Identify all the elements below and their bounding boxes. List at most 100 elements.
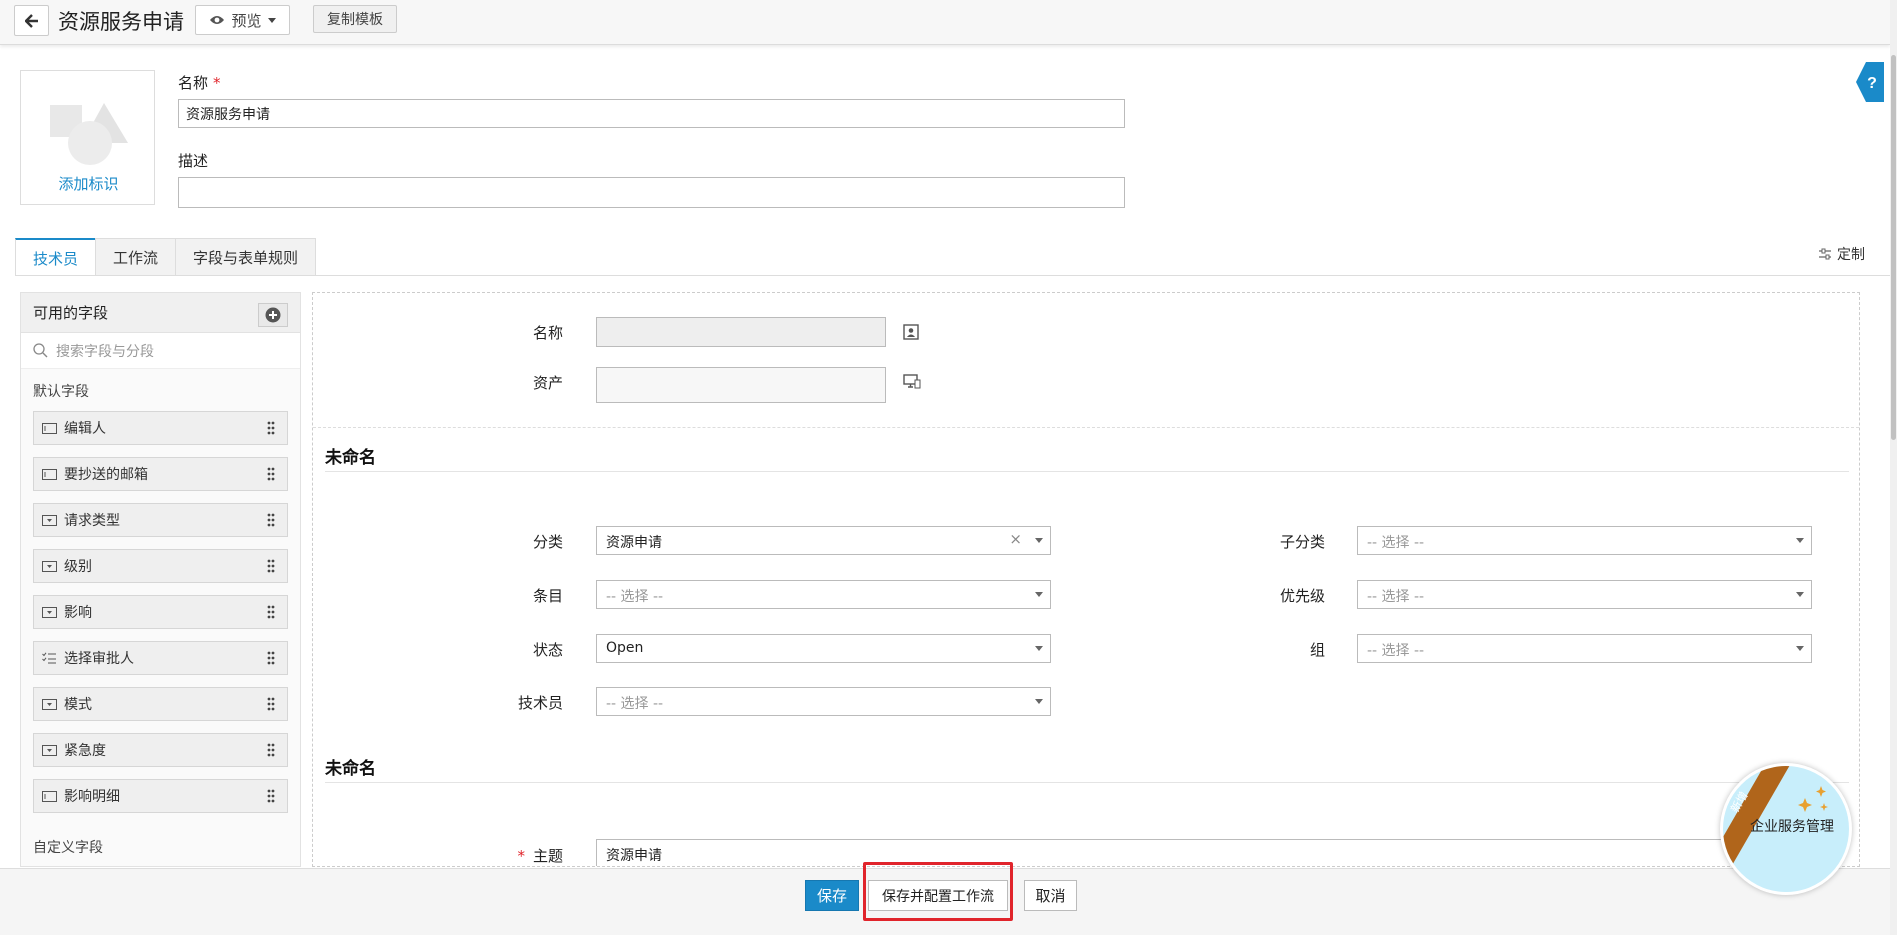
drag-handle-icon[interactable] [267, 697, 275, 711]
monitor-icon[interactable] [903, 374, 921, 390]
section-underline [325, 471, 1849, 472]
group-select[interactable]: -- 选择 -- [1357, 634, 1812, 663]
chevron-down-icon [1035, 646, 1043, 651]
field-item[interactable]: 请求类型 [33, 503, 288, 537]
checklist-icon [42, 652, 56, 664]
preview-button[interactable]: 预览 [195, 5, 290, 35]
preview-label: 预览 [231, 11, 262, 30]
status-label: 状态 [532, 641, 563, 659]
priority-label: 优先级 [1279, 587, 1325, 605]
tab-fields-rules[interactable]: 字段与表单规则 [175, 238, 317, 276]
available-fields-panel: 可用的字段 搜索字段与分段 默认字段 编辑人 要抄送的邮箱 请求类型 级别 影响… [20, 292, 301, 867]
field-item[interactable]: 影响明细 [33, 779, 288, 813]
text-field-icon [42, 468, 57, 480]
field-item[interactable]: 模式 [33, 687, 288, 721]
description-input[interactable] [178, 177, 1125, 208]
chevron-down-icon [1035, 538, 1043, 543]
drag-handle-icon[interactable] [267, 467, 275, 481]
dropdown-field-icon [42, 606, 57, 618]
drag-handle-icon[interactable] [267, 651, 275, 665]
drag-handle-icon[interactable] [267, 789, 275, 803]
name-input[interactable]: 资源服务申请 [178, 99, 1125, 128]
field-item-label: 影响 [64, 605, 92, 621]
logo-upload[interactable]: 添加标识 [20, 70, 155, 205]
form-canvas: 名称 资产 未命名 分类 资源申请 × 子分类 -- 选择 -- 条目 -- 选… [312, 292, 1860, 867]
item-value: -- 选择 -- [606, 589, 664, 605]
customize-button[interactable]: 定制 [1818, 244, 1865, 264]
priority-select[interactable]: -- 选择 -- [1357, 580, 1812, 609]
drag-handle-icon[interactable] [267, 513, 275, 527]
subcategory-select[interactable]: -- 选择 -- [1357, 526, 1812, 555]
technician-label: 技术员 [517, 694, 563, 712]
tab-bar: 技术员 工作流 字段与表单规则 [15, 238, 317, 276]
field-item-label: 紧急度 [64, 743, 106, 759]
field-item-label: 请求类型 [64, 513, 120, 529]
promo-badge[interactable]: 新增 企业服务管理 [1720, 763, 1852, 895]
item-select[interactable]: -- 选择 -- [596, 580, 1051, 609]
cancel-button[interactable]: 取消 [1024, 880, 1077, 911]
section-title: 未命名 [325, 448, 376, 468]
add-field-button[interactable] [258, 303, 288, 327]
technician-select[interactable]: -- 选择 -- [596, 687, 1051, 716]
section-underline [325, 782, 1849, 783]
help-icon[interactable]: ? [1856, 62, 1884, 102]
clear-icon[interactable]: × [1009, 530, 1022, 548]
copy-template-button[interactable]: 复制模板 [313, 5, 397, 33]
highlight-box [863, 862, 1013, 921]
field-item-label: 要抄送的邮箱 [64, 467, 148, 483]
drag-handle-icon[interactable] [267, 421, 275, 435]
text-field-icon [42, 422, 57, 434]
field-item[interactable]: 编辑人 [33, 411, 288, 445]
field-item[interactable]: 选择审批人 [33, 641, 288, 675]
field-item[interactable]: 紧急度 [33, 733, 288, 767]
drag-handle-icon[interactable] [267, 559, 275, 573]
section-divider [313, 427, 1859, 428]
chevron-down-icon [1035, 592, 1043, 597]
chevron-down-icon [267, 17, 276, 23]
chevron-down-icon [1035, 699, 1043, 704]
field-item-label: 级别 [64, 559, 92, 575]
dropdown-field-icon [42, 698, 57, 710]
contact-card-icon[interactable] [903, 324, 919, 340]
plus-circle-icon [265, 307, 281, 323]
available-fields-header: 可用的字段 [21, 293, 300, 333]
category-select[interactable]: 资源申请 × [596, 526, 1051, 555]
tab-workflow[interactable]: 工作流 [95, 238, 177, 276]
customize-label: 定制 [1837, 247, 1865, 263]
drag-handle-icon[interactable] [267, 605, 275, 619]
priority-value: -- 选择 -- [1367, 589, 1425, 605]
requester-name-input[interactable] [596, 317, 886, 347]
tab-technician[interactable]: 技术员 [15, 238, 97, 276]
field-item[interactable]: 影响 [33, 595, 288, 629]
field-item-label: 影响明细 [64, 789, 120, 805]
description-label: 描述 [178, 152, 209, 170]
svg-text:?: ? [1867, 75, 1877, 92]
tabs-divider [15, 275, 1897, 276]
field-item-label: 选择审批人 [64, 651, 134, 667]
section-title: 未命名 [325, 759, 376, 779]
add-logo-link[interactable]: 添加标识 [21, 173, 156, 194]
dropdown-field-icon [42, 514, 57, 526]
dropdown-field-icon [42, 560, 57, 572]
field-item[interactable]: 要抄送的邮箱 [33, 457, 288, 491]
chevron-down-icon [1796, 538, 1804, 543]
save-button[interactable]: 保存 [805, 880, 859, 911]
field-search[interactable]: 搜索字段与分段 [21, 333, 300, 369]
page-title: 资源服务申请 [58, 10, 184, 34]
dropdown-field-icon [42, 744, 57, 756]
chevron-down-icon [1796, 646, 1804, 651]
asset-input[interactable] [596, 367, 886, 403]
subject-input[interactable]: 资源申请 [596, 839, 1806, 866]
back-button[interactable] [14, 5, 49, 36]
status-select[interactable]: Open [596, 634, 1051, 663]
search-icon [33, 343, 48, 358]
scrollbar-thumb[interactable] [1891, 55, 1896, 440]
field-item[interactable]: 级别 [33, 549, 288, 583]
sliders-icon [1819, 248, 1831, 259]
top-bar: 资源服务申请 预览 复制模板 [0, 0, 1890, 45]
drag-handle-icon[interactable] [267, 743, 275, 757]
eye-icon [210, 16, 225, 24]
category-label: 分类 [532, 533, 563, 551]
arrow-left-icon [24, 13, 38, 28]
category-value: 资源申请 [606, 535, 662, 551]
